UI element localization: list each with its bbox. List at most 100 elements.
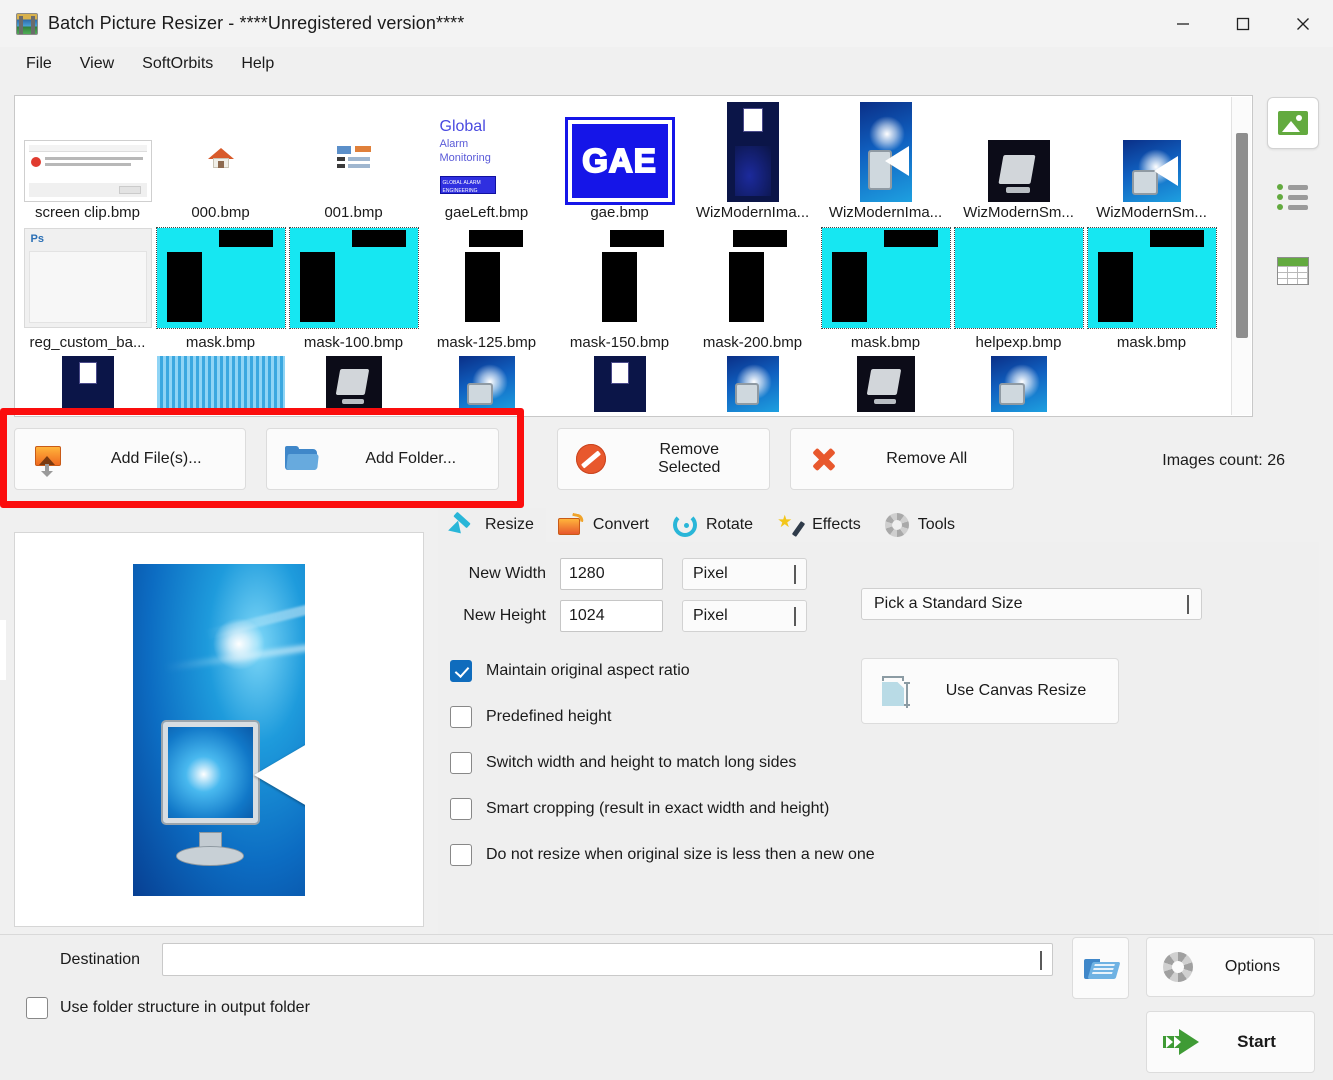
tab-resize[interactable]: Resize [438, 508, 546, 542]
menu-item-help[interactable]: Help [229, 51, 286, 77]
new-height-input[interactable] [560, 600, 663, 632]
destination-input[interactable] [162, 943, 1053, 976]
thumbnail-view-button[interactable] [1267, 97, 1319, 149]
destination-label: Destination [60, 951, 140, 969]
magic-wand-icon: ★ [777, 513, 803, 537]
thumbnail-list[interactable]: screen clip.bmp 000.bmp [14, 95, 1253, 417]
thumbnail-item[interactable]: screen clip.bmp [21, 100, 154, 222]
maximize-icon[interactable] [1213, 0, 1273, 47]
option-predefined-height[interactable]: Predefined height [450, 706, 875, 728]
thumbnail-item[interactable]: Global Alarm Monitoring GLOBAL ALARM ENG… [420, 100, 553, 222]
options-button[interactable]: Options [1146, 937, 1315, 997]
checkbox-predefined-height[interactable] [450, 706, 472, 728]
menu-item-view[interactable]: View [68, 51, 126, 77]
remove-selected-label: Remove Selected [658, 441, 720, 476]
thumbnail-label: reg_custom_ba... [30, 334, 146, 352]
folder-icon [285, 446, 319, 472]
checkbox-smart-cropping[interactable] [450, 798, 472, 820]
checkbox-do-not-resize[interactable] [450, 844, 472, 866]
cross-icon [809, 445, 837, 473]
details-view-button[interactable] [1267, 245, 1319, 297]
thumbnail-item[interactable]: GAE gae.bmp [553, 100, 686, 222]
thumbnail-item[interactable] [21, 356, 154, 416]
start-button[interactable]: Start [1146, 1011, 1315, 1073]
thumbnail-label: gae.bmp [590, 204, 648, 222]
thumbnail-item[interactable]: mask-100.bmp [287, 228, 420, 352]
menu-item-softorbits[interactable]: SoftOrbits [130, 51, 225, 77]
thumbnail-item[interactable]: mask-150.bmp [553, 228, 686, 352]
option-maintain-aspect-ratio[interactable]: Maintain original aspect ratio [450, 660, 875, 682]
tab-effects[interactable]: ★ Effects [765, 508, 873, 542]
thumbnail-label: 000.bmp [191, 204, 249, 222]
thumbnail-label: mask.bmp [851, 334, 920, 352]
thumbnail-item[interactable]: mask-200.bmp [686, 228, 819, 352]
thumbnail-item[interactable]: 001.bmp [287, 100, 420, 222]
tab-convert-label: Convert [593, 516, 649, 534]
option-smart-cropping[interactable]: Smart cropping (result in exact width an… [450, 798, 875, 820]
add-files-button[interactable]: Add File(s)... [14, 428, 246, 490]
add-folder-button[interactable]: Add Folder... [266, 428, 498, 490]
checkbox-switch-width-height[interactable] [450, 752, 472, 774]
option-switch-width-height[interactable]: Switch width and height to match long si… [450, 752, 875, 774]
standard-size-select[interactable]: Pick a Standard Size [861, 588, 1202, 620]
open-folder-icon [1084, 955, 1118, 981]
thumbnail-label: mask-200.bmp [703, 334, 802, 352]
thumbnail-item[interactable] [686, 356, 819, 416]
file-actions-toolbar: Add File(s)... Add Folder... Remove Sele… [14, 428, 1014, 490]
close-icon[interactable] [1273, 0, 1333, 47]
add-folder-label: Add Folder... [365, 450, 456, 467]
window-title: Batch Picture Resizer - ****Unregistered… [48, 13, 464, 34]
checkbox-use-folder-structure[interactable] [26, 997, 48, 1019]
thumbnail-scrollbar[interactable] [1231, 97, 1251, 415]
thumbnail-item[interactable]: WizModernSm... [1085, 100, 1218, 222]
thumbnail-item[interactable] [420, 356, 553, 416]
tab-tools[interactable]: Tools [873, 508, 967, 542]
thumbnail-item[interactable] [287, 356, 420, 416]
preview-image [133, 564, 305, 896]
new-height-label: New Height [438, 607, 560, 625]
use-canvas-resize-button[interactable]: Use Canvas Resize [861, 658, 1119, 724]
thumbnail-item[interactable]: WizModernIma... [686, 100, 819, 222]
thumbnail-item[interactable]: WizModernSm... [952, 100, 1085, 222]
use-folder-structure-option[interactable]: Use folder structure in output folder [26, 997, 310, 1019]
tab-rotate[interactable]: Rotate [661, 508, 765, 542]
option-label: Switch width and height to match long si… [486, 754, 796, 772]
thumbnail-item[interactable]: mask.bmp [154, 228, 287, 352]
new-height-unit-select[interactable]: Pixel [682, 600, 807, 632]
chevron-down-icon [794, 565, 796, 584]
thumbnail-item[interactable]: helpexp.bmp [952, 228, 1085, 352]
thumbnail-item[interactable] [154, 356, 287, 416]
menu-item-file[interactable]: File [14, 51, 64, 77]
thumbnail-item[interactable]: mask-125.bmp [420, 228, 553, 352]
new-width-input[interactable] [560, 558, 663, 590]
thumbnail-item[interactable]: 000.bmp [154, 100, 287, 222]
thumbnail-item[interactable] [553, 356, 686, 416]
thumbnail-label: WizModernIma... [696, 204, 809, 222]
chevron-down-icon [794, 607, 796, 626]
thumbnail-item[interactable] [952, 356, 1085, 416]
thumbnail-item[interactable] [819, 356, 952, 416]
new-width-unit-select[interactable]: Pixel [682, 558, 807, 590]
thumbnail-item[interactable]: mask.bmp [819, 228, 952, 352]
tab-effects-label: Effects [812, 516, 861, 534]
scrollbar-thumb[interactable] [1236, 133, 1248, 338]
option-do-not-resize[interactable]: Do not resize when original size is less… [450, 844, 875, 866]
thumbnail-label: mask-125.bmp [437, 334, 536, 352]
thumbnail-label: WizModernSm... [963, 204, 1074, 222]
remove-selected-button[interactable]: Remove Selected [557, 428, 770, 490]
option-label: Maintain original aspect ratio [486, 662, 690, 680]
thumbnail-item[interactable]: mask.bmp [1085, 228, 1218, 352]
remove-all-button[interactable]: Remove All [790, 428, 1015, 490]
tab-convert[interactable]: Convert [546, 508, 661, 542]
browse-destination-button[interactable] [1072, 937, 1129, 999]
image-preview-pane[interactable] [14, 532, 424, 927]
resize-options-list: Maintain original aspect ratio Predefine… [450, 660, 875, 890]
list-view-button[interactable] [1267, 171, 1319, 223]
new-height-row: New Height Pixel [438, 600, 868, 632]
checkbox-maintain-aspect-ratio[interactable] [450, 660, 472, 682]
thumbnail-item[interactable]: WizModernIma... [819, 100, 952, 222]
thumbnail-label: WizModernSm... [1096, 204, 1207, 222]
canvas-resize-icon [880, 674, 912, 708]
thumbnail-item[interactable]: Ps reg_custom_ba... [21, 228, 154, 352]
minimize-icon[interactable] [1153, 0, 1213, 47]
